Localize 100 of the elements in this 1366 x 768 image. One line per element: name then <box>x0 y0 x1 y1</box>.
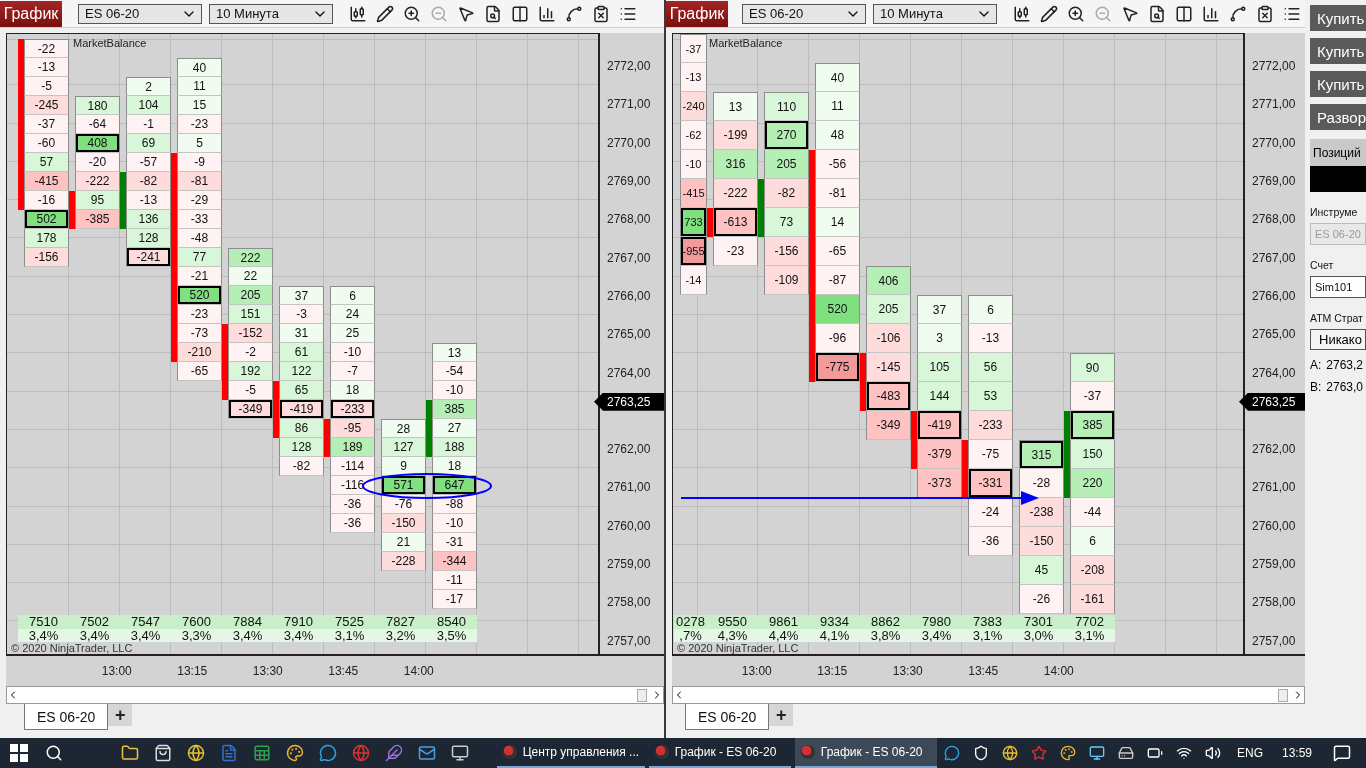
pointer-icon[interactable] <box>457 4 475 23</box>
delta-cell: -1 <box>126 115 171 134</box>
delta-cell: -222 <box>75 172 120 191</box>
document-search-icon[interactable] <box>1148 4 1166 23</box>
interval-dropdown[interactable]: 10 Минута <box>209 3 333 24</box>
line-chart-icon[interactable] <box>1229 4 1247 23</box>
chart-tab[interactable]: ES 06-20 <box>685 704 770 730</box>
delta-cell: 18 <box>330 381 375 400</box>
order-button[interactable]: Купить <box>1310 5 1366 31</box>
order-button[interactable]: Купить <box>1310 71 1366 97</box>
delta-cell: -88 <box>432 495 477 514</box>
windows-logo-icon <box>10 744 29 762</box>
zoom-in-icon[interactable] <box>403 4 421 23</box>
price-label: 2762,00 <box>1251 441 1297 459</box>
field-label: АТМ Страт <box>1310 312 1364 324</box>
chart-menu-button[interactable]: График <box>666 0 728 27</box>
candlestick-icon[interactable] <box>349 4 367 23</box>
clipboard-icon[interactable] <box>1256 4 1274 23</box>
scroll-thumb[interactable] <box>637 689 647 702</box>
clock[interactable]: 13:59 <box>1282 746 1312 760</box>
order-button[interactable]: Купить <box>1310 38 1366 64</box>
scrollbar[interactable] <box>6 686 664 704</box>
percent-cell: 3,4% <box>911 629 962 642</box>
candlestick-icon[interactable] <box>1013 4 1031 23</box>
percent-cell: 3,1% <box>324 629 375 642</box>
instrument-dropdown[interactable]: ES 06-20 <box>742 3 866 24</box>
scroll-thumb[interactable] <box>1278 689 1288 702</box>
taskbar-window-button[interactable]: Центр управления ... <box>496 738 645 768</box>
line-chart-icon[interactable] <box>565 4 583 23</box>
delta-cell: -22 <box>24 39 69 58</box>
price-label: 2757,00 <box>1251 632 1297 650</box>
delta-cell: 408 <box>75 134 120 153</box>
delta-cell: -233 <box>968 411 1013 440</box>
instrument-dropdown[interactable]: ES 06-20 <box>78 3 202 24</box>
delta-cell: -5 <box>228 381 273 400</box>
delta-cell: -28 <box>1019 469 1064 498</box>
delta-cell: -10 <box>432 381 477 400</box>
chart-tab[interactable]: ES 06-20 <box>24 704 109 730</box>
delta-cell: 15 <box>177 96 222 115</box>
delta-cell: -415 <box>680 179 707 208</box>
scrollbar[interactable] <box>672 686 1305 704</box>
bar-chart-icon[interactable] <box>1202 4 1220 23</box>
clipboard-icon[interactable] <box>592 4 610 23</box>
taskbar-window-button[interactable]: График - ES 06-20 <box>794 738 937 768</box>
delta-cell: 315 <box>1019 440 1064 469</box>
time-label: 13:45 <box>967 664 1000 678</box>
delta-cell: -64 <box>75 115 120 134</box>
zoom-in-icon[interactable] <box>1067 4 1085 23</box>
delta-cell: 151 <box>228 305 273 324</box>
percent-cell: 4,3% <box>707 629 758 642</box>
delta-cell: 13 <box>713 92 758 121</box>
time-label: 13:00 <box>100 664 133 678</box>
document-search-icon[interactable] <box>484 4 502 23</box>
delta-cell: -3 <box>279 305 324 324</box>
ask-price: 2763,2 <box>1326 358 1364 372</box>
atm-strategy-dropdown[interactable]: Никако <box>1310 329 1366 350</box>
delta-cell: -161 <box>1070 585 1115 614</box>
delta-cell: -23 <box>177 115 222 134</box>
pointer-icon[interactable] <box>1121 4 1139 23</box>
order-button[interactable]: Развор <box>1310 104 1366 130</box>
delta-cell: 180 <box>75 96 120 115</box>
delta-cell: 24 <box>330 305 375 324</box>
interval-dropdown[interactable]: 10 Минута <box>873 3 997 24</box>
price-label: 2770,00 <box>606 134 652 152</box>
delta-cell: 188 <box>432 438 477 457</box>
taskbar-window-button[interactable]: График - ES 06-20 <box>648 738 791 768</box>
delta-cell: -37 <box>1070 382 1115 411</box>
app-icon <box>502 745 517 759</box>
account-field[interactable]: Sim101 <box>1310 276 1366 298</box>
percent-cell: 4,4% <box>758 629 809 642</box>
add-tab-button[interactable]: + <box>769 704 794 726</box>
delta-cell: -344 <box>432 552 477 571</box>
language-indicator[interactable]: ENG <box>1236 746 1263 760</box>
price-label: 2766,00 <box>1251 287 1297 305</box>
delta-cell: -222 <box>713 179 758 208</box>
delta-cell: 14 <box>815 208 860 237</box>
delta-cell: -48 <box>177 229 222 248</box>
delta-cell: -87 <box>815 266 860 295</box>
delta-cell: -955 <box>680 237 707 266</box>
pencil-icon[interactable] <box>376 4 394 23</box>
percent-cell: 3,3% <box>171 629 222 642</box>
price-label: 2758,00 <box>1251 594 1297 612</box>
add-tab-button[interactable]: + <box>108 704 133 726</box>
bar-chart-icon[interactable] <box>538 4 556 23</box>
delta-cell: -13 <box>126 191 171 210</box>
delta-cell: 69 <box>126 134 171 153</box>
delta-cell: -228 <box>381 552 426 571</box>
panel-icon[interactable] <box>511 4 529 23</box>
time-label: 14:00 <box>1042 664 1075 678</box>
delta-cell: 385 <box>1070 411 1115 440</box>
chart-menu-button[interactable]: График <box>0 0 62 27</box>
percent-cell: 3,4% <box>273 629 324 642</box>
time-label: 13:15 <box>176 664 209 678</box>
price-label: 2768,00 <box>1251 211 1297 229</box>
price-label: 2764,00 <box>606 364 652 382</box>
percent-cell: 3,4% <box>18 629 69 642</box>
pencil-icon[interactable] <box>1040 4 1058 23</box>
panel-icon[interactable] <box>1175 4 1193 23</box>
delta-cell: -241 <box>126 248 171 267</box>
positions-display <box>1310 166 1366 192</box>
